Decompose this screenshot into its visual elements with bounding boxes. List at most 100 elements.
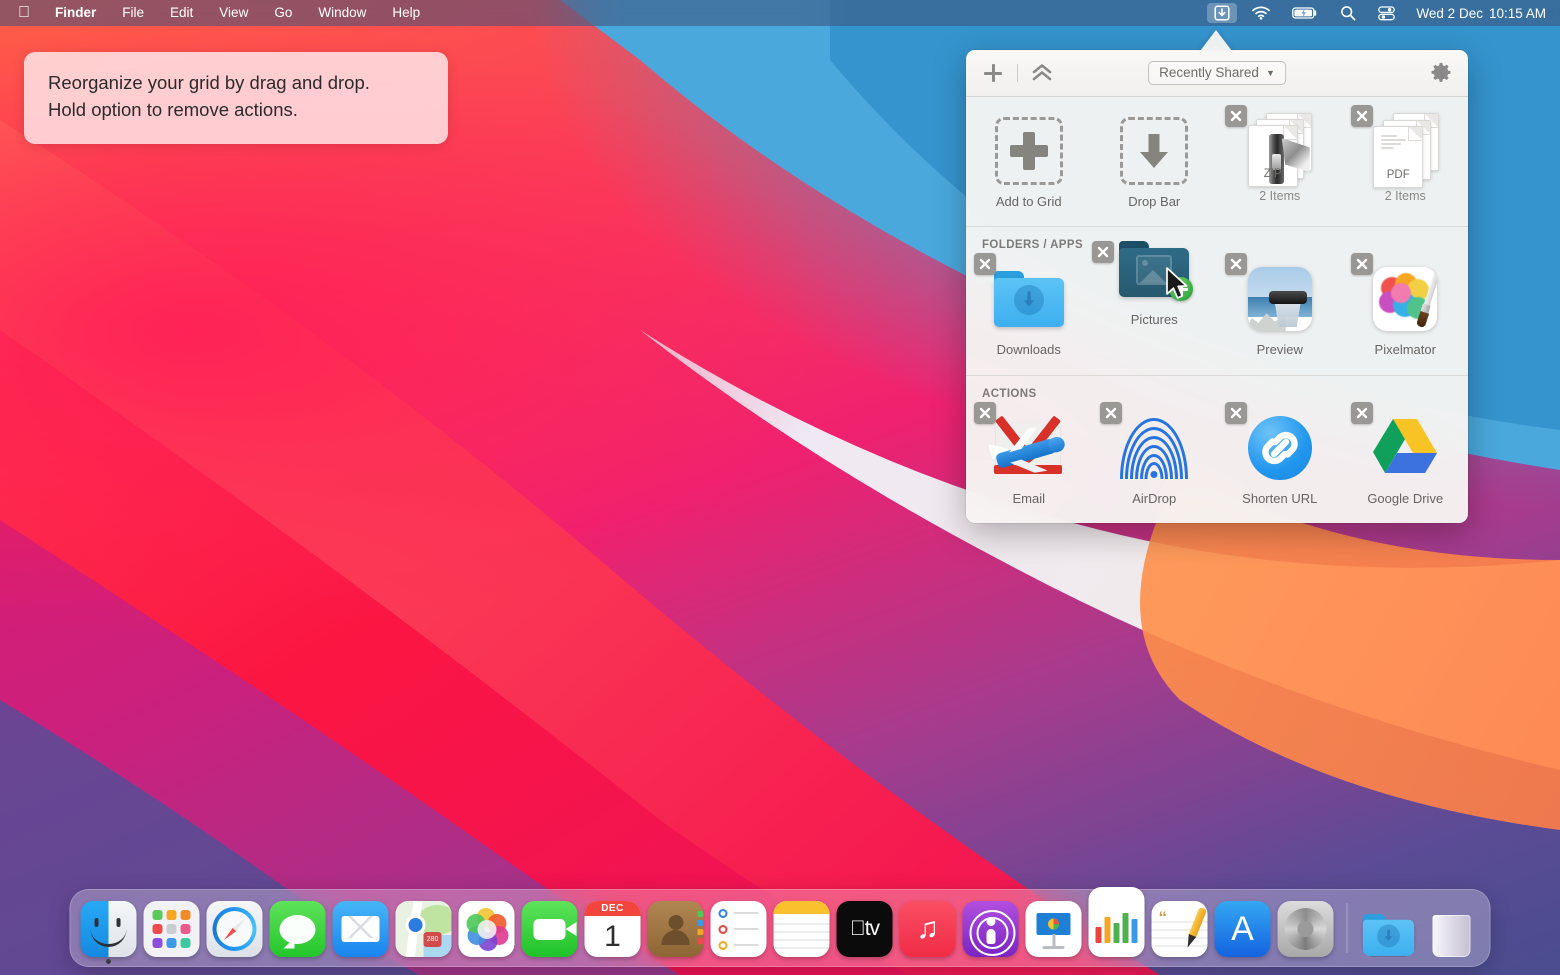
dock-item-contacts[interactable]	[647, 899, 705, 957]
menu-item-edit[interactable]: Edit	[157, 0, 206, 26]
menu-item-go[interactable]: Go	[261, 0, 305, 26]
shorten-url-action-icon	[1242, 410, 1318, 486]
menu-bar-clock[interactable]: 10:15 AM	[1483, 6, 1546, 21]
plus-icon[interactable]	[980, 60, 1006, 86]
grid-item-preview[interactable]: Preview	[1217, 255, 1343, 366]
airdrop-action-icon	[1116, 410, 1192, 486]
remove-icon[interactable]	[1351, 253, 1373, 275]
dock-item-safari[interactable]	[206, 899, 264, 957]
trash-icon	[1433, 915, 1471, 957]
grid-item-pictures[interactable]: Pictures	[1092, 255, 1218, 366]
wifi-icon[interactable]	[1241, 0, 1281, 26]
pdf-doc-label: PDF	[1374, 169, 1422, 181]
grid-item-label: Pictures	[1131, 312, 1178, 328]
dock-item-calendar[interactable]: DEC 1	[584, 899, 642, 957]
pdf-file-icon: PDF	[1367, 113, 1443, 189]
menu-item-help[interactable]: Help	[379, 0, 433, 26]
dock: 280 DEC 1	[70, 889, 1491, 967]
grid-item-shorten-url[interactable]: Shorten URL	[1217, 404, 1343, 515]
arrow-cursor	[1165, 267, 1191, 306]
remove-icon[interactable]	[1351, 402, 1373, 424]
dock-item-launchpad[interactable]	[143, 899, 201, 957]
menu-item-finder[interactable]: Finder	[42, 0, 109, 26]
dock-item-notes[interactable]	[773, 899, 831, 957]
remove-icon[interactable]	[1225, 402, 1247, 424]
dock-item-pages[interactable]: “	[1151, 899, 1209, 957]
grid-item-pdf[interactable]: PDF 2 Items	[1343, 107, 1469, 218]
tooltip-line-2: Hold option to remove actions.	[48, 97, 426, 124]
dropover-download-icon[interactable]	[1207, 3, 1237, 23]
actions-grid: Email	[966, 404, 1468, 515]
maps-route-shield: 280	[424, 932, 442, 947]
grid-item-drop-bar[interactable]: Drop Bar	[1092, 107, 1218, 218]
grid-item-sublabel: 2 Items	[1259, 189, 1300, 205]
dock-item-maps[interactable]: 280	[395, 899, 453, 957]
dock-item-reminders[interactable]	[710, 899, 768, 957]
remove-icon[interactable]	[1225, 253, 1247, 275]
battery-charging-icon[interactable]	[1281, 0, 1329, 26]
dock-item-music[interactable]: ♫	[899, 899, 957, 957]
popover-section-actions: ACTIONS Email	[966, 375, 1468, 523]
top-grid: Add to Grid Drop Bar	[966, 107, 1468, 218]
apple-tv-label: tv	[850, 917, 879, 941]
grid-item-email[interactable]: Email	[966, 404, 1092, 515]
zip-doc-label: ZIP	[1249, 168, 1297, 180]
dock-item-keynote[interactable]	[1025, 899, 1083, 957]
grid-item-label: Preview	[1257, 342, 1303, 358]
remove-icon[interactable]	[1092, 241, 1114, 263]
grid-item-zip[interactable]: ZIP 2 Items	[1217, 107, 1343, 218]
remove-icon[interactable]	[974, 253, 996, 275]
dock-item-apple-tv[interactable]: tv	[836, 899, 894, 957]
menu-bar-status-area: Wed 2 Dec 10:15 AM	[1203, 0, 1560, 26]
remove-icon[interactable]	[974, 402, 996, 424]
apple-menu-icon[interactable]: 	[14, 0, 42, 26]
menu-item-window[interactable]: Window	[305, 0, 379, 26]
pixelmator-app-icon	[1367, 261, 1443, 337]
dock-item-photos[interactable]	[458, 899, 516, 957]
grid-item-downloads[interactable]: Downloads	[966, 255, 1092, 366]
chevron-down-icon: ▼	[1266, 68, 1275, 78]
remove-icon[interactable]	[1100, 402, 1122, 424]
remove-icon[interactable]	[1351, 105, 1373, 127]
popover-section-folders-apps: FOLDERS / APPS Downloads	[966, 226, 1468, 374]
dock-item-downloads-stack[interactable]	[1360, 899, 1418, 957]
gear-icon[interactable]	[1428, 60, 1454, 86]
search-icon[interactable]	[1329, 0, 1367, 26]
grid-selector-label: Recently Shared	[1159, 65, 1259, 80]
email-action-icon	[991, 410, 1067, 486]
grid-item-add-to-grid[interactable]: Add to Grid	[966, 107, 1092, 218]
folders-apps-grid: Downloads Pictures	[966, 255, 1468, 366]
grid-item-airdrop[interactable]: AirDrop	[1092, 404, 1218, 515]
dock-item-finder[interactable]	[80, 899, 138, 957]
menu-item-view[interactable]: View	[206, 0, 261, 26]
grid-item-pixelmator[interactable]: Pixelmator	[1343, 255, 1469, 366]
dock-item-mail[interactable]	[332, 899, 390, 957]
dock-item-trash[interactable]	[1423, 899, 1481, 957]
dock-item-app-store[interactable]: A	[1214, 899, 1272, 957]
popover-arrow	[1200, 30, 1232, 51]
dock-item-system-preferences[interactable]	[1277, 899, 1335, 957]
grid-item-label: Email	[1012, 491, 1045, 507]
grid-item-label: Pixelmator	[1375, 342, 1436, 358]
dock-item-numbers[interactable]	[1088, 899, 1146, 957]
popover-section-top: Add to Grid Drop Bar	[966, 97, 1468, 226]
dock-item-podcasts[interactable]	[962, 899, 1020, 957]
control-center-icon[interactable]	[1367, 0, 1406, 26]
toolbar-divider	[1017, 64, 1018, 82]
menu-bar-left:  Finder File Edit View Go Window Help	[0, 0, 433, 26]
menu-bar-date[interactable]: Wed 2 Dec	[1406, 6, 1483, 21]
dock-item-messages[interactable]	[269, 899, 327, 957]
grid-item-google-drive[interactable]: Google Drive	[1343, 404, 1469, 515]
grid-selector-dropdown[interactable]: Recently Shared ▼	[1148, 61, 1286, 85]
grid-item-label: AirDrop	[1132, 491, 1176, 507]
dock-item-facetime[interactable]	[521, 899, 579, 957]
calendar-month: DEC	[585, 901, 641, 916]
double-chevron-up-icon[interactable]	[1029, 60, 1055, 86]
menu-item-file[interactable]: File	[109, 0, 157, 26]
popover-toolbar: Recently Shared ▼	[966, 50, 1468, 97]
section-title-actions: ACTIONS	[966, 386, 1468, 404]
grid-item-label: Drop Bar	[1128, 194, 1180, 210]
running-indicator	[106, 959, 111, 964]
remove-icon[interactable]	[1225, 105, 1247, 127]
dropover-popover: Recently Shared ▼ Add to Grid Drop B	[966, 50, 1468, 523]
